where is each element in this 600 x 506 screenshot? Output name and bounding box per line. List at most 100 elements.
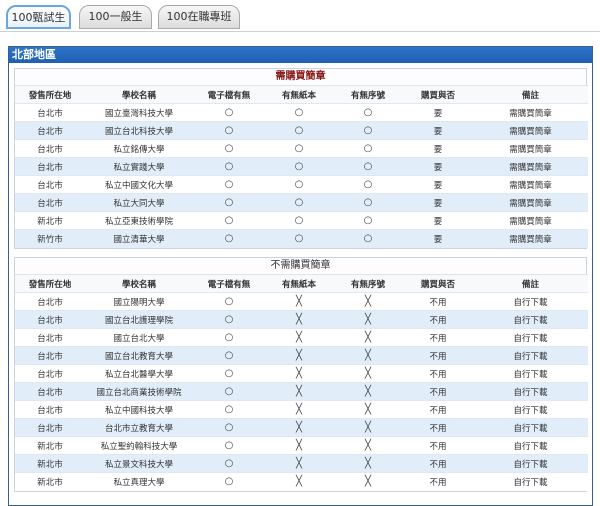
table-cell: ╳ xyxy=(265,454,333,473)
table-cell: 需購買簡章 xyxy=(473,211,588,230)
table-row: 台北市 國立陽明大學 ○ ╳ ╳ 不用 自行下載 xyxy=(15,292,588,311)
table-cell: 國立臺灣科技大學 xyxy=(85,103,193,122)
table-cell: 不用 xyxy=(403,382,473,401)
table-cell: 自行下載 xyxy=(473,382,588,401)
column-header: 學校名稱 xyxy=(85,274,193,293)
tab-100-admission[interactable]: 100甄試生 xyxy=(6,5,71,29)
table-cell: ╳ xyxy=(333,310,403,329)
table-cell: 私立中國文化大學 xyxy=(85,175,193,194)
table-cell: ○ xyxy=(193,157,265,176)
table-cell: ╳ xyxy=(265,436,333,455)
table-cell: 私立實踐大學 xyxy=(85,157,193,176)
table-cell: 國立台北大學 xyxy=(85,328,193,347)
table-cell: 台北市 xyxy=(15,364,85,383)
table-cell: ○ xyxy=(193,328,265,347)
table-cell: 台北市 xyxy=(15,292,85,311)
table-cell: 要 xyxy=(403,193,473,212)
table-row: 台北市 國立台北護理學院 ○ ╳ ╳ 不用 自行下載 xyxy=(15,310,588,329)
table-row: 台北市 私立中國科技大學 ○ ╳ ╳ 不用 自行下載 xyxy=(15,400,588,419)
column-header: 有無紙本 xyxy=(265,274,333,293)
table-cell: ○ xyxy=(193,103,265,122)
table-cell: ○ xyxy=(333,139,403,158)
school-table: 發售所在地 學校名稱 電子檔有無 有無紙本 有無序號 購買與否 備註 台北市 國立陽明大學 ○ ╳… xyxy=(15,274,588,491)
column-header: 購買與否 xyxy=(403,85,473,104)
table-cell: ╳ xyxy=(265,292,333,311)
table-cell: ╳ xyxy=(265,400,333,419)
column-header: 電子檔有無 xyxy=(193,85,265,104)
table-cell: ○ xyxy=(193,292,265,311)
column-header: 電子檔有無 xyxy=(193,274,265,293)
table-cell: ○ xyxy=(265,175,333,194)
table-cell: ○ xyxy=(265,103,333,122)
table-cell: ╳ xyxy=(265,382,333,401)
table-cell: 不用 xyxy=(403,346,473,365)
table-cell: ○ xyxy=(333,229,403,248)
table-cell: 國立台北商業技術學院 xyxy=(85,382,193,401)
table-cell: 自行下載 xyxy=(473,472,588,491)
column-header: 學校名稱 xyxy=(85,85,193,104)
section-no-purchase: 不需購買簡章 發售所在地 學校名稱 電子檔有無 有無紙本 有無序號 購買與否 備註 台北市國… xyxy=(14,257,588,492)
table-cell: 台北市 xyxy=(15,121,85,140)
table-cell: ╳ xyxy=(333,346,403,365)
header-row: 發售所在地 學校名稱 電子檔有無 有無紙本 有無序號 購買與否 備註 xyxy=(15,85,588,104)
table-cell: 新竹市 xyxy=(15,229,85,248)
column-header: 備註 xyxy=(473,274,588,293)
table-cell: ╳ xyxy=(265,472,333,491)
table-cell: ○ xyxy=(265,157,333,176)
table-cell: 私立景文科技大學 xyxy=(85,454,193,473)
table-row: 台北市 私立銘傳大學 ○ ○ ○ 要需購買簡章 xyxy=(15,139,588,158)
table-cell: ╳ xyxy=(333,472,403,491)
table-row: 台北市 國立台北大學 ○ ╳ ╳ 不用 自行下載 xyxy=(15,328,588,347)
table-cell: 自行下載 xyxy=(473,418,588,437)
table-cell: 新北市 xyxy=(15,211,85,230)
table-cell: ○ xyxy=(193,211,265,230)
tab-100-general[interactable]: 100一般生 xyxy=(79,5,152,29)
table-cell: 不用 xyxy=(403,364,473,383)
table-cell: 台北市 xyxy=(15,103,85,122)
table-cell: ╳ xyxy=(265,310,333,329)
table-cell: ○ xyxy=(333,175,403,194)
table-cell: 不用 xyxy=(403,454,473,473)
table-cell: 需購買簡章 xyxy=(473,121,588,140)
table-cell: 不用 xyxy=(403,328,473,347)
table-cell: 自行下載 xyxy=(473,454,588,473)
table-cell: ○ xyxy=(193,346,265,365)
table-cell: ○ xyxy=(265,193,333,212)
table-cell: 台北市 xyxy=(15,382,85,401)
table-cell: 要 xyxy=(403,121,473,140)
table-cell: ○ xyxy=(193,454,265,473)
tab-bar: 100甄試生 100一般生 100在職專班 xyxy=(0,0,600,32)
table-body: 台北市 國立陽明大學 ○ ╳ ╳ 不用 自行下載 台北市 國立台北護理學院 ○ ╳ ╳ 不用 自行下載 台北… xyxy=(15,292,588,491)
table-cell: ○ xyxy=(333,121,403,140)
table-cell: ○ xyxy=(333,103,403,122)
table-cell: ○ xyxy=(193,139,265,158)
table-cell: ╳ xyxy=(265,418,333,437)
table-cell: 自行下載 xyxy=(473,364,588,383)
table-cell: 國立台北護理學院 xyxy=(85,310,193,329)
table-cell: ╳ xyxy=(333,364,403,383)
table-row: 台北市 國立台北科技大學 ○ ○ ○ 要需購買簡章 xyxy=(15,121,588,140)
column-header: 有無序號 xyxy=(333,274,403,293)
table-cell: 台北市 xyxy=(15,400,85,419)
table-cell: 私立亞東技術學院 xyxy=(85,211,193,230)
table-cell: 不用 xyxy=(403,292,473,311)
table-cell: 私立銘傳大學 xyxy=(85,139,193,158)
table-cell: 要 xyxy=(403,103,473,122)
table-cell: 自行下載 xyxy=(473,346,588,365)
tab-100-in-service[interactable]: 100在職專班 xyxy=(158,5,240,29)
table-cell: 要 xyxy=(403,211,473,230)
table-cell: 台北市 xyxy=(15,175,85,194)
column-header: 購買與否 xyxy=(403,274,473,293)
table-cell: ○ xyxy=(193,472,265,491)
table-row: 台北市 國立台北商業技術學院 ○ ╳ ╳ 不用 自行下載 xyxy=(15,382,588,401)
table-cell: ╳ xyxy=(333,292,403,311)
table-cell: 需購買簡章 xyxy=(473,229,588,248)
table-cell: ○ xyxy=(193,400,265,419)
table-cell: 需購買簡章 xyxy=(473,139,588,158)
table-cell: ○ xyxy=(333,193,403,212)
column-header: 有無序號 xyxy=(333,85,403,104)
table-cell: 要 xyxy=(403,139,473,158)
table-row: 台北市 私立實踐大學 ○ ○ ○ 要需購買簡章 xyxy=(15,157,588,176)
table-cell: 自行下載 xyxy=(473,328,588,347)
column-header: 備註 xyxy=(473,85,588,104)
